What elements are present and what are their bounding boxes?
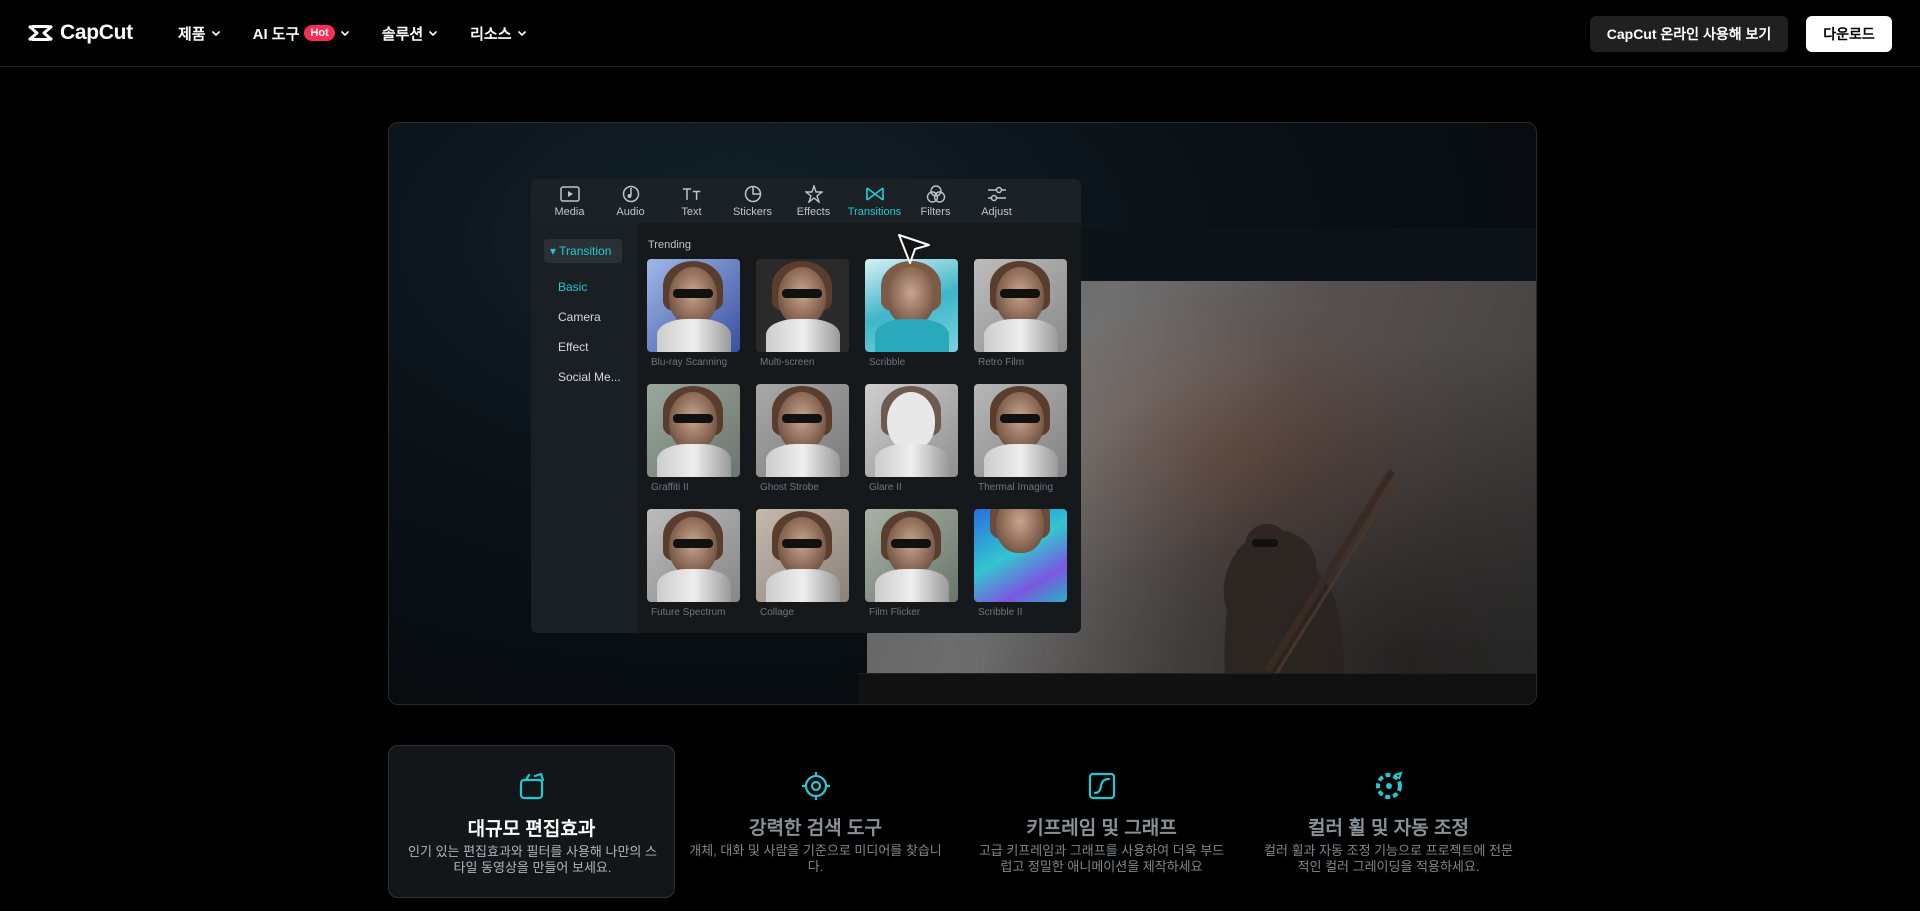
tab-media[interactable]: Media — [539, 179, 600, 223]
tab-transitions[interactable]: Transitions — [844, 179, 905, 223]
tab-label: Audio — [616, 206, 645, 218]
tab-text[interactable]: Text — [661, 179, 722, 223]
chevron-down-icon — [340, 30, 349, 37]
stickers-icon — [744, 185, 761, 203]
transition-thumb-collage[interactable] — [756, 509, 849, 602]
chevron-down-icon — [429, 30, 438, 37]
top-nav: CapCut 제품 AI 도구 Hot 솔루션 리소스 CapCut 온라인 사… — [0, 0, 1920, 67]
menu-item-ai-tools[interactable]: AI 도구 Hot — [253, 23, 350, 43]
tab-adjust[interactable]: Adjust — [966, 179, 1027, 223]
feature-description: 인기 있는 편집효과와 필터를 사용해 나만의 스타일 동영상을 만들어 보세요… — [408, 844, 657, 875]
download-button[interactable]: 다운로드 — [1806, 16, 1892, 52]
chevron-down-icon — [517, 30, 526, 37]
feature-description: 고급 키프레임과 그래프를 사용하여 더욱 부드럽고 정밀한 애니메이션을 제작… — [978, 843, 1225, 874]
mouse-cursor-icon — [898, 234, 930, 264]
transition-categories: ▾ Transition Basic Camera Effect Social … — [531, 223, 637, 633]
thumb-label: Thermal Imaging — [978, 482, 1054, 493]
category-header[interactable]: ▾ Transition — [544, 239, 622, 263]
feature-title: 대규모 편집효과 — [467, 819, 596, 840]
transition-thumb-thermal[interactable] — [974, 384, 1067, 477]
feature-card-keyframe[interactable]: 키프레임 및 그래프 고급 키프레임과 그래프를 사용하여 더욱 부드럽고 정밀… — [958, 745, 1245, 898]
audio-icon — [622, 185, 639, 203]
thumb-label: Film Flicker — [869, 607, 921, 618]
feature-title: 강력한 검색 도구 — [749, 818, 882, 839]
thumb-label: Retro Film — [978, 357, 1025, 368]
menu-item-label: AI 도구 — [252, 25, 300, 43]
tab-label: Text — [681, 206, 702, 218]
transition-thumb-ghost-strobe[interactable] — [756, 384, 849, 477]
thumb-label: Multi-screen — [760, 357, 815, 368]
menu-item-label: 솔루션 — [381, 25, 424, 43]
tab-label: Stickers — [732, 206, 773, 218]
feature-card-search[interactable]: 강력한 검색 도구 개체, 대화 및 사람을 기준으로 미디어를 찾습니다. — [672, 745, 959, 898]
chevron-down-icon — [211, 30, 220, 37]
tab-label: Media — [554, 206, 585, 218]
feature-card-color[interactable]: 컬러 휠 및 자동 조정 컬러 휠과 자동 조정 기능으로 프로젝트에 전문적인… — [1245, 745, 1532, 898]
thumb-label: Glare II — [869, 482, 902, 493]
thumb-label: Scribble II — [978, 607, 1023, 618]
hero-media: Media Audio Text Stickers Effects Transi… — [388, 122, 1537, 705]
transition-thumb-blu-ray[interactable] — [647, 259, 740, 352]
main-menu: 제품 AI 도구 Hot 솔루션 리소스 — [178, 23, 559, 43]
menu-item-solutions[interactable]: 솔루션 — [382, 23, 438, 43]
transition-thumb-multi-screen[interactable] — [756, 259, 849, 352]
filters-icon — [926, 185, 945, 203]
transitions-panel: Media Audio Text Stickers Effects Transi… — [531, 179, 1081, 633]
skier-silhouette — [1223, 469, 1402, 704]
transition-thumb-retro-film[interactable] — [974, 259, 1067, 352]
timeline-strip — [859, 673, 1536, 704]
category-basic[interactable]: Basic — [558, 280, 587, 294]
tab-stickers[interactable]: Stickers — [722, 179, 783, 223]
search-target-icon — [801, 772, 830, 800]
tab-label: Transitions — [847, 206, 902, 218]
menu-item-label: 제품 — [178, 25, 206, 43]
tab-effects[interactable]: Effects — [783, 179, 844, 223]
thumb-label: Blu-ray Scanning — [651, 357, 728, 368]
section-title: Trending — [648, 239, 692, 251]
edit-effects-icon — [519, 772, 544, 800]
category-camera[interactable]: Camera — [558, 310, 601, 324]
thumb-label: Ghost Strobe — [760, 482, 819, 493]
menu-item-label: 리소스 — [470, 25, 512, 43]
feature-title: 컬러 휠 및 자동 조정 — [1308, 818, 1469, 839]
category-effect[interactable]: Effect — [558, 340, 588, 354]
thumb-label: Future Spectrum — [651, 607, 726, 618]
effects-icon — [804, 185, 823, 203]
tab-audio[interactable]: Audio — [600, 179, 661, 223]
tab-label: Filters — [920, 206, 951, 218]
hot-badge: Hot — [304, 25, 335, 41]
text-icon — [682, 188, 700, 200]
try-online-button[interactable]: CapCut 온라인 사용해 보기 — [1590, 16, 1788, 52]
transition-thumb-scribble[interactable] — [865, 259, 958, 352]
category-social-media[interactable]: Social Me... — [558, 370, 621, 384]
capcut-logo-icon — [28, 24, 53, 42]
adjust-icon — [987, 186, 1006, 202]
feature-card-effects[interactable]: 대규모 편집효과 인기 있는 편집효과와 필터를 사용해 나만의 스타일 동영상… — [388, 745, 675, 898]
thumb-label: Scribble — [869, 357, 906, 368]
feature-description: 개체, 대화 및 사람을 기준으로 미디어를 찾습니다. — [689, 843, 942, 874]
tab-label: Effects — [796, 206, 831, 218]
transition-thumb-graffiti[interactable] — [647, 384, 740, 477]
transition-thumb-future-spectrum[interactable] — [647, 509, 740, 602]
color-wheel-icon — [1375, 771, 1403, 799]
media-icon — [559, 186, 580, 202]
keyframe-graph-icon — [1088, 772, 1115, 800]
tab-label: Adjust — [981, 206, 1012, 218]
transition-thumb-glare[interactable] — [865, 384, 958, 477]
editor-tabs: Media Audio Text Stickers Effects Transi… — [531, 179, 1081, 223]
transition-thumb-scribble-2[interactable] — [974, 509, 1067, 602]
transitions-icon — [865, 187, 884, 201]
menu-item-resources[interactable]: 리소스 — [470, 23, 526, 43]
thumb-label: Collage — [760, 607, 794, 618]
tab-filters[interactable]: Filters — [905, 179, 966, 223]
menu-item-products[interactable]: 제품 — [178, 23, 221, 43]
feature-title: 키프레임 및 그래프 — [1026, 818, 1177, 839]
capcut-logo[interactable]: CapCut — [27, 21, 133, 45]
feature-description: 컬러 휠과 자동 조정 기능으로 프로젝트에 전문적인 컬러 그레이딩을 적용하… — [1264, 843, 1513, 874]
transition-thumb-film-flicker[interactable] — [865, 509, 958, 602]
thumb-label: Graffiti II — [651, 482, 689, 493]
logo-text: CapCut — [60, 21, 133, 44]
